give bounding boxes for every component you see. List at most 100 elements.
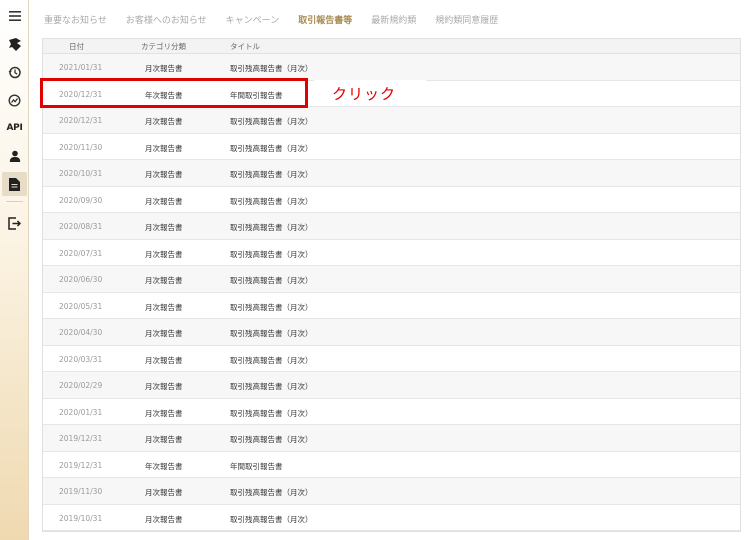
row-title: 取引残高報告書（月次） — [230, 143, 313, 153]
row-date: 2020/12/31 — [59, 116, 103, 125]
tab-customer-notices[interactable]: お客様へのお知らせ — [126, 13, 207, 26]
logout-button[interactable] — [2, 211, 27, 235]
row-title: 取引残高報告書（月次） — [230, 117, 313, 126]
tab-trade-reports[interactable]: 取引報告書等 — [298, 13, 352, 26]
row-date: 2019/10/31 — [59, 513, 103, 523]
history-icon — [8, 66, 21, 78]
table-body: 2021/01/31 月次報告書 取引残高報告書（月次） 2020/12/31 年次報告… — [43, 54, 740, 531]
table-row[interactable]: 2020/10/31 月次報告書 取引残高報告書（月次） — [43, 160, 740, 187]
table-row[interactable]: 2020/05/31 月次報告書 取引残高報告書（月次） — [43, 292, 740, 319]
row-date: 2020/03/31 — [59, 354, 103, 364]
chart-icon — [8, 93, 21, 107]
row-category: 月次報告書 — [145, 382, 183, 391]
row-date: 2019/11/30 — [59, 487, 103, 496]
row-category: 月次報告書 — [145, 64, 183, 73]
row-title: 年間取引報告書 — [230, 461, 283, 471]
table-row[interactable]: 2020/12/31 月次報告書 取引残高報告書（月次） — [43, 107, 740, 134]
row-title: 取引残高報告書（月次） — [230, 276, 313, 285]
row-category: 月次報告書 — [145, 514, 183, 524]
sidebar-item-chart[interactable] — [2, 88, 27, 112]
logout-icon — [8, 216, 21, 230]
row-category: 月次報告書 — [145, 249, 183, 259]
table-row[interactable]: 2020/03/31 月次報告書 取引残高報告書（月次） — [43, 345, 740, 372]
table-row[interactable]: 2021/01/31 月次報告書 取引残高報告書（月次） — [43, 54, 740, 81]
table-row[interactable]: 2020/06/30 月次報告書 取引残高報告書（月次） — [43, 266, 740, 293]
row-date: 2019/12/31 — [59, 434, 103, 443]
table-header: 日付 カテゴリ分類 タイトル — [43, 39, 740, 54]
table-row[interactable]: 2020/08/31 月次報告書 取引残高報告書（月次） — [43, 213, 740, 240]
sidebar-item-api[interactable]: API — [2, 116, 27, 140]
row-date: 2020/01/31 — [59, 407, 103, 417]
row-date: 2020/05/31 — [59, 301, 103, 311]
header-title: タイトル — [230, 42, 260, 51]
header-date: 日付 — [69, 42, 84, 51]
document-icon — [9, 177, 20, 191]
row-title: 取引残高報告書（月次） — [230, 329, 313, 338]
row-title: 取引残高報告書（月次） — [230, 196, 313, 206]
row-title: 取引残高報告書（月次） — [230, 302, 313, 312]
row-date: 2021/01/31 — [59, 63, 103, 72]
row-date: 2020/10/31 — [59, 169, 103, 178]
tab-important-notices[interactable]: 重要なお知らせ — [44, 13, 107, 26]
row-title: 取引残高報告書（月次） — [230, 223, 313, 232]
sidebar-item-documents[interactable] — [2, 172, 27, 196]
sidebar-divider — [6, 201, 23, 202]
row-category: 月次報告書 — [145, 170, 183, 179]
row-title: 取引残高報告書（月次） — [230, 514, 313, 524]
menu-button[interactable] — [2, 4, 27, 28]
logo-button[interactable] — [2, 32, 27, 56]
sidebar-item-history[interactable] — [2, 60, 27, 84]
user-icon — [9, 150, 20, 162]
row-category: 月次報告書 — [145, 355, 183, 365]
row-title: 取引残高報告書（月次） — [230, 355, 313, 365]
row-category: 月次報告書 — [145, 143, 183, 153]
row-title: 取引残高報告書（月次） — [230, 249, 313, 259]
table-row[interactable]: 2020/11/30 月次報告書 取引残高報告書（月次） — [43, 133, 740, 160]
table-row[interactable]: 2019/12/31 年次報告書 年間取引報告書 — [43, 451, 740, 478]
row-category: 月次報告書 — [145, 196, 183, 206]
logo-icon — [8, 37, 21, 51]
click-callout: クリック — [314, 80, 426, 106]
tab-campaigns[interactable]: キャンペーン — [226, 13, 280, 26]
table-row[interactable]: 2020/07/31 月次報告書 取引残高報告書（月次） — [43, 239, 740, 266]
row-category: 月次報告書 — [145, 302, 183, 312]
sidebar: API — [0, 0, 29, 540]
reports-table: 日付 カテゴリ分類 タイトル 2021/01/31 月次報告書 取引残高報告書（月次… — [42, 38, 741, 532]
row-category: 年次報告書 — [145, 461, 183, 471]
table-row[interactable]: 2019/11/30 月次報告書 取引残高報告書（月次） — [43, 478, 740, 505]
row-category: 月次報告書 — [145, 435, 183, 444]
table-row[interactable]: 2019/12/31 月次報告書 取引残高報告書（月次） — [43, 425, 740, 452]
tab-latest-terms[interactable]: 最新規約類 — [371, 13, 416, 26]
sidebar-item-user[interactable] — [2, 144, 27, 168]
tab-bar: 重要なお知らせ お客様へのお知らせ キャンペーン 取引報告書等 最新規約類 規約… — [44, 8, 517, 30]
row-category: 月次報告書 — [145, 329, 183, 338]
row-date: 2019/12/31 — [59, 460, 103, 470]
row-title: 取引残高報告書（月次） — [230, 435, 313, 444]
row-date: 2020/02/29 — [59, 381, 103, 390]
row-date: 2020/08/31 — [59, 222, 103, 231]
row-title: 取引残高報告書（月次） — [230, 64, 313, 73]
table-row[interactable]: 2020/02/29 月次報告書 取引残高報告書（月次） — [43, 372, 740, 399]
row-date: 2020/07/31 — [59, 248, 103, 258]
callout-label: クリック — [332, 84, 397, 103]
row-category: 月次報告書 — [145, 117, 183, 126]
api-icon: API — [6, 123, 23, 133]
header-category: カテゴリ分類 — [141, 42, 186, 51]
table-row[interactable]: 2020/09/30 月次報告書 取引残高報告書（月次） — [43, 186, 740, 213]
row-date: 2020/11/30 — [59, 142, 103, 152]
row-title: 取引残高報告書（月次） — [230, 382, 313, 391]
menu-icon — [8, 11, 21, 21]
table-row[interactable]: 2020/01/31 月次報告書 取引残高報告書（月次） — [43, 398, 740, 425]
tab-terms-consent-history[interactable]: 規約類同意履歴 — [435, 13, 498, 26]
row-date: 2020/06/30 — [59, 275, 103, 284]
row-category: 月次報告書 — [145, 488, 183, 497]
row-date: 2020/09/30 — [59, 195, 103, 205]
table-row[interactable]: 2019/10/31 月次報告書 取引残高報告書（月次） — [43, 504, 740, 531]
row-title: 取引残高報告書（月次） — [230, 170, 313, 179]
table-row[interactable]: 2020/04/30 月次報告書 取引残高報告書（月次） — [43, 319, 740, 346]
highlight-box — [40, 78, 308, 108]
row-category: 月次報告書 — [145, 223, 183, 232]
row-category: 月次報告書 — [145, 276, 183, 285]
row-category: 月次報告書 — [145, 408, 183, 418]
row-date: 2020/04/30 — [59, 328, 103, 337]
